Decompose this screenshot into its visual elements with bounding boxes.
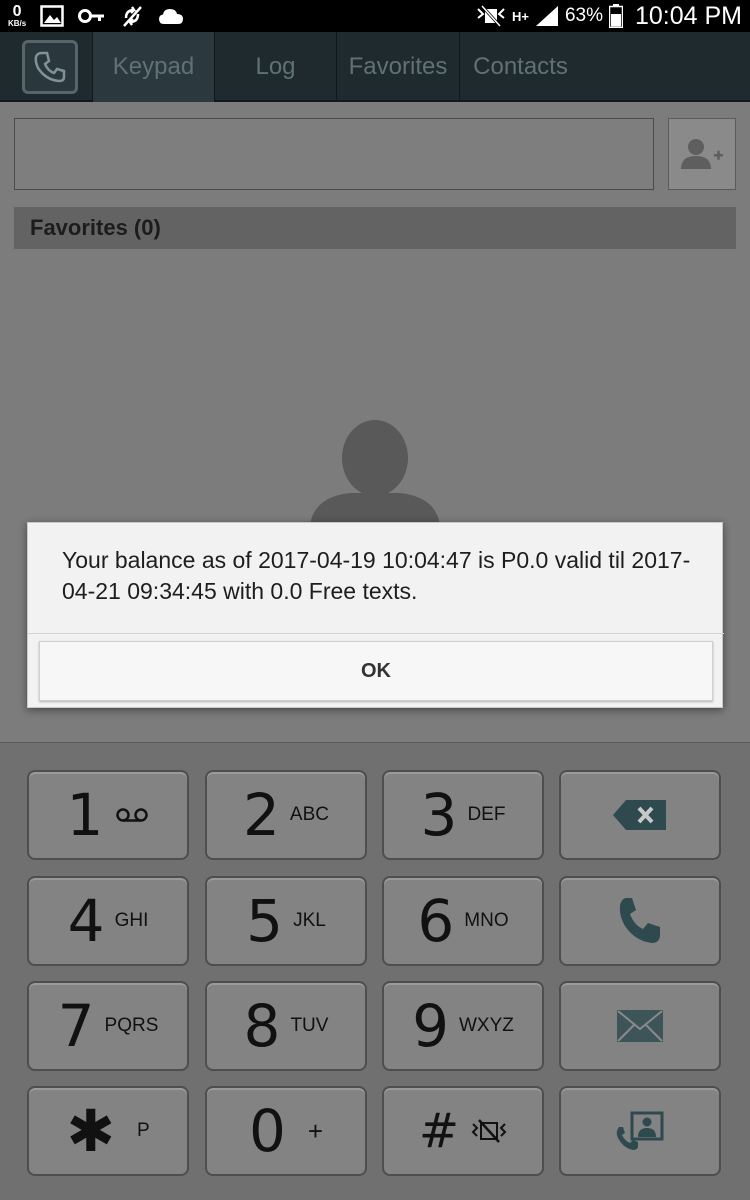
key-4-letters: GHI [114,910,149,931]
image-icon [40,5,64,27]
network-speed-unit: KB/s [8,19,27,28]
vibrate-mute-icon [471,1119,507,1143]
mute-icon [477,5,505,27]
tab-favorites[interactable]: Favorites [336,32,459,102]
battery-icon [608,4,623,28]
battery-percent: 63% [564,5,603,26]
tab-log-label: Log [255,53,296,80]
call-button[interactable] [559,876,721,966]
dialog-message: Your balance as of 2017-04-19 10:04:47 i… [62,547,691,604]
favorites-header: Favorites (0) [14,207,736,249]
no-sync-icon [123,6,143,27]
key-3-digit: 3 [420,781,458,849]
tab-contacts-label: Contacts [473,53,568,80]
key-6[interactable]: 6 MNO [382,876,544,966]
tab-log[interactable]: Log [214,32,336,102]
key-0-digit: 0 [248,1097,286,1165]
ok-button[interactable]: OK [39,641,713,701]
key-7[interactable]: 7 PQRS [27,981,189,1071]
key-8-digit: 8 [243,992,281,1060]
balance-dialog: Your balance as of 2017-04-19 10:04:47 i… [27,522,724,708]
tab-bar: Keypad Log Favorites Contacts [0,32,750,102]
key-6-digit: 6 [417,887,455,955]
key-star[interactable]: ✱ P [27,1086,189,1176]
phone-app-icon [22,40,78,94]
key-4[interactable]: 4 GHI [27,876,189,966]
key-hash[interactable]: # [382,1086,544,1176]
key-hash-digit: # [418,1103,460,1159]
key-2-digit: 2 [243,781,280,849]
key-4-digit: 4 [67,887,105,955]
key-7-digit: 7 [57,992,95,1060]
key-7-letters: PQRS [104,1015,159,1036]
tab-keypad[interactable]: Keypad [92,32,214,102]
message-icon [617,1010,663,1042]
key-8-letters: TUV [290,1015,329,1036]
add-contact-icon [681,139,723,169]
key-5[interactable]: 5 JKL [205,876,367,966]
key-8[interactable]: 8 TUV [205,981,367,1071]
key-2-letters: ABC [289,804,329,825]
clock: 10:04 PM [634,1,742,30]
key-3[interactable]: 3 DEF [382,770,544,860]
add-contact-button[interactable] [668,118,736,190]
key-2[interactable]: 2 ABC [205,770,367,860]
network-speed: 0 KB/s [8,4,26,28]
key-5-digit: 5 [246,887,284,955]
video-call-icon [616,1111,664,1150]
key-5-letters: JKL [293,910,326,931]
key-6-letters: MNO [464,910,509,931]
call-icon [619,898,660,943]
tab-keypad-label: Keypad [112,53,195,80]
key-icon [78,9,105,23]
signal-icon [535,6,558,26]
voicemail-icon [116,808,149,822]
status-bar: 0 KB/s H+ 63% 10:04 PM [0,0,750,32]
video-call-button[interactable] [559,1086,721,1176]
network-type-label: H+ [511,8,529,24]
key-9-letters: WXYZ [459,1015,514,1036]
key-0-letters: + [307,1115,324,1146]
phone-number-input[interactable] [14,118,654,190]
message-button[interactable] [559,981,721,1071]
key-1[interactable]: 1 [27,770,189,860]
key-star-digit: ✱ [66,1097,115,1165]
key-star-letters: P [136,1120,150,1141]
key-1-digit: 1 [66,781,104,849]
empty-contact-silhouette-icon [310,420,440,525]
key-0[interactable]: 0 + [205,1086,367,1176]
backspace-icon [613,800,666,830]
network-speed-value: 0 [12,3,22,20]
tab-favorites-label: Favorites [348,53,448,80]
tab-contacts[interactable]: Contacts [459,32,581,102]
backspace-button[interactable] [559,770,721,860]
dialog-divider [28,633,724,634]
key-9[interactable]: 9 WXYZ [382,981,544,1071]
cloud-icon [159,9,184,24]
key-9-digit: 9 [412,992,449,1060]
key-3-letters: DEF [467,804,506,825]
